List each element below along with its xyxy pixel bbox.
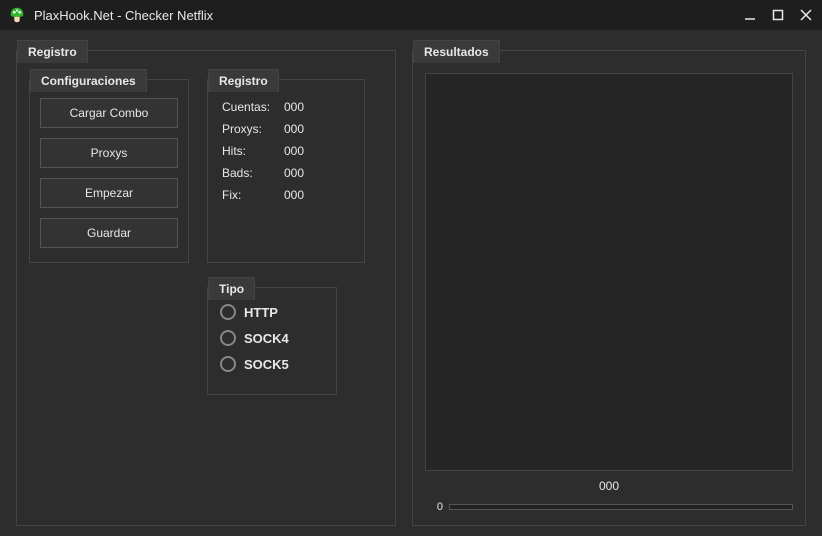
cuentas-value: 000 bbox=[284, 100, 304, 114]
proxys-button[interactable]: Proxys bbox=[40, 138, 178, 168]
hits-value: 000 bbox=[284, 144, 304, 158]
registro-panel: Registro Configuraciones Cargar Combo Pr… bbox=[16, 50, 396, 526]
proxy-type-http[interactable]: HTTP bbox=[220, 304, 324, 320]
cuentas-label: Cuentas: bbox=[222, 100, 284, 114]
minimize-button[interactable] bbox=[742, 7, 758, 23]
sock5-label: SOCK5 bbox=[244, 357, 289, 372]
resultados-title: Resultados bbox=[413, 40, 500, 63]
configuraciones-title: Configuraciones bbox=[30, 69, 147, 92]
proxys-label: Proxys: bbox=[222, 122, 284, 136]
sock4-label: SOCK4 bbox=[244, 331, 289, 346]
fix-label: Fix: bbox=[222, 188, 284, 202]
proxy-type-sock5[interactable]: SOCK5 bbox=[220, 356, 324, 372]
titlebar: PlaxHook.Net - Checker Netflix bbox=[0, 0, 822, 30]
proxys-value: 000 bbox=[284, 122, 304, 136]
fix-value: 000 bbox=[284, 188, 304, 202]
stats-title: Registro bbox=[208, 69, 279, 92]
radio-icon bbox=[220, 356, 236, 372]
progress-bar bbox=[449, 504, 793, 510]
window-title: PlaxHook.Net - Checker Netflix bbox=[34, 8, 742, 23]
progress-value: 0 bbox=[425, 501, 443, 513]
close-button[interactable] bbox=[798, 7, 814, 23]
hits-label: Hits: bbox=[222, 144, 284, 158]
http-label: HTTP bbox=[244, 305, 278, 320]
configuraciones-panel: Configuraciones Cargar Combo Proxys Empe… bbox=[29, 79, 189, 263]
radio-icon bbox=[220, 330, 236, 346]
guardar-button[interactable]: Guardar bbox=[40, 218, 178, 248]
maximize-button[interactable] bbox=[770, 7, 786, 23]
empezar-button[interactable]: Empezar bbox=[40, 178, 178, 208]
bads-value: 000 bbox=[284, 166, 304, 180]
resultados-panel: Resultados 000 0 bbox=[412, 50, 806, 526]
results-counter: 000 bbox=[425, 479, 793, 493]
proxy-type-sock4[interactable]: SOCK4 bbox=[220, 330, 324, 346]
radio-icon bbox=[220, 304, 236, 320]
tipo-panel: Tipo HTTP SOCK4 SOCK5 bbox=[207, 287, 337, 395]
app-icon bbox=[8, 6, 26, 24]
cargar-combo-button[interactable]: Cargar Combo bbox=[40, 98, 178, 128]
registro-panel-title: Registro bbox=[17, 40, 88, 63]
bads-label: Bads: bbox=[222, 166, 284, 180]
results-output[interactable] bbox=[425, 73, 793, 471]
tipo-title: Tipo bbox=[208, 277, 255, 300]
stats-panel: Registro Cuentas: 000 Proxys: 000 Hits: … bbox=[207, 79, 365, 263]
